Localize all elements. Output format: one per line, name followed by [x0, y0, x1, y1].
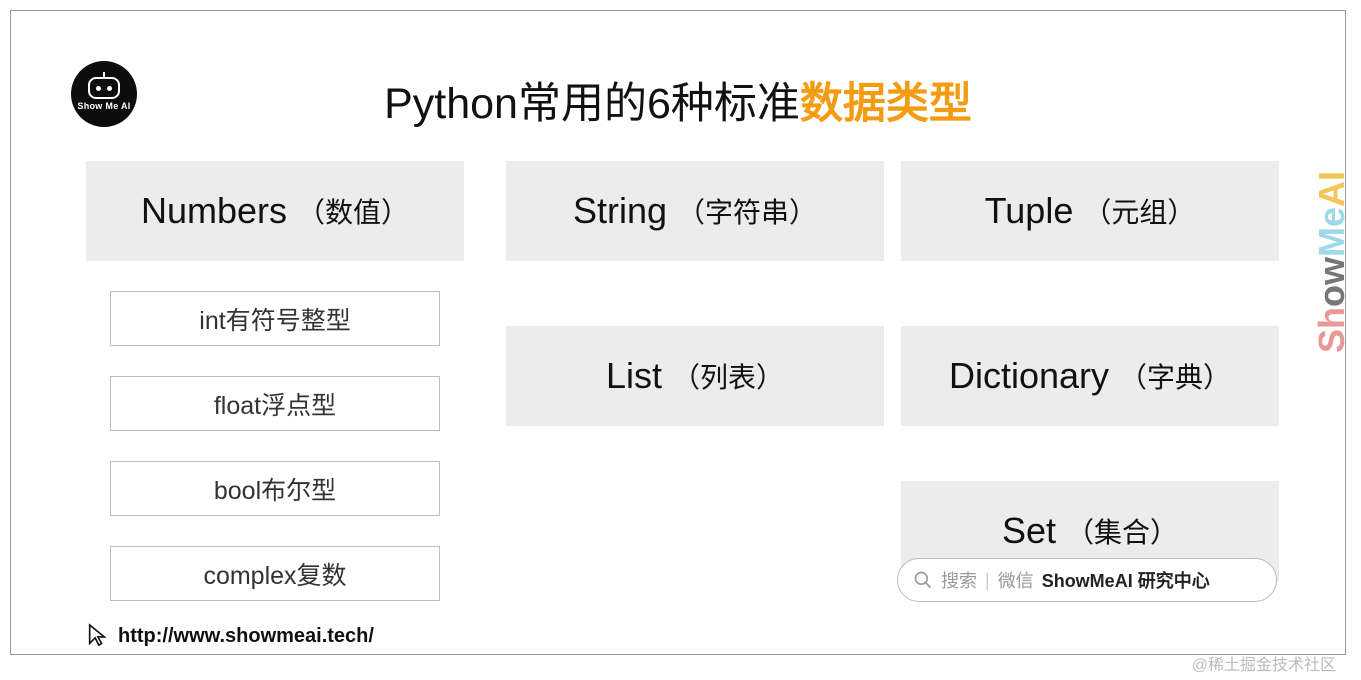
- search-icon: [913, 570, 933, 590]
- type-zh: （集合）: [1066, 511, 1178, 551]
- title-accent: 数据类型: [800, 80, 972, 128]
- subtype-int: int有符号整型: [110, 291, 440, 346]
- title-prefix: Python常用的6种标准: [384, 80, 800, 128]
- type-en: Tuple: [985, 190, 1074, 232]
- type-en: Numbers: [141, 190, 287, 232]
- type-zh: （元组）: [1083, 191, 1195, 231]
- watermark: ShowMeAI: [1311, 171, 1353, 353]
- type-en: List: [606, 355, 662, 397]
- type-en: String: [573, 190, 667, 232]
- separator: |: [985, 570, 990, 591]
- search-brand: ShowMeAI 研究中心: [1042, 567, 1210, 593]
- type-zh: （字符串）: [677, 191, 817, 231]
- corner-credit: @稀土掘金技术社区: [1192, 651, 1336, 675]
- footer-url: http://www.showmeai.tech/: [118, 625, 374, 648]
- footer-link[interactable]: http://www.showmeai.tech/: [86, 623, 374, 649]
- type-dictionary: Dictionary （字典）: [901, 326, 1279, 426]
- type-tuple: Tuple （元组）: [901, 161, 1279, 261]
- type-zh: （列表）: [672, 356, 784, 396]
- type-zh: （字典）: [1119, 356, 1231, 396]
- column-middle: String （字符串） List （列表）: [506, 161, 884, 456]
- type-numbers: Numbers （数值）: [86, 161, 464, 261]
- subtype-complex: complex复数: [110, 546, 440, 601]
- search-badge: 搜索 | 微信 ShowMeAI 研究中心: [897, 558, 1277, 602]
- type-list: List （列表）: [506, 326, 884, 426]
- type-string: String （字符串）: [506, 161, 884, 261]
- search-prompt2: 微信: [998, 567, 1034, 593]
- type-zh: （数值）: [297, 191, 409, 231]
- search-prompt1: 搜索: [941, 567, 977, 593]
- slide-frame: Show Me AI Python常用的6种标准数据类型 Numbers （数值…: [10, 10, 1346, 655]
- slide-title: Python常用的6种标准数据类型: [11, 69, 1345, 131]
- column-right: Tuple （元组） Dictionary （字典） Set （集合）: [901, 161, 1279, 611]
- subtype-float: float浮点型: [110, 376, 440, 431]
- subtype-bool: bool布尔型: [110, 461, 440, 516]
- cursor-icon: [86, 623, 108, 649]
- type-en: Dictionary: [949, 355, 1109, 397]
- type-en: Set: [1002, 510, 1056, 552]
- column-numbers: Numbers （数值） int有符号整型 float浮点型 bool布尔型 c…: [86, 161, 464, 631]
